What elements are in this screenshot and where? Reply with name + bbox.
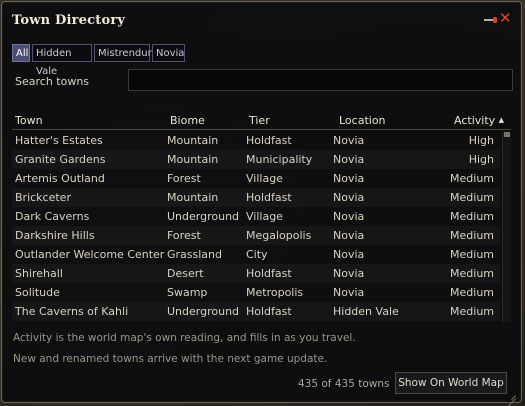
- cell-biome: Grassland: [167, 248, 222, 261]
- cell-biome: Underground: [167, 210, 240, 223]
- cell-location: Novia: [333, 153, 365, 166]
- update-note: New and renamed towns arrive with the ne…: [13, 353, 328, 365]
- cell-activity: Medium: [450, 172, 494, 185]
- cell-location: Novia: [333, 229, 365, 242]
- cell-activity: Medium: [450, 286, 494, 299]
- town-count: 435 of 435 towns: [298, 378, 390, 390]
- cell-tier: Village: [246, 210, 283, 223]
- cell-location: Novia: [333, 286, 365, 299]
- cell-tier: Holdfast: [246, 267, 292, 280]
- table-scrollbar[interactable]: [502, 132, 511, 322]
- town-directory-window: Town Directory ✕ All Hidden Vale Mistren…: [1, 1, 522, 406]
- cell-biome: Mountain: [167, 191, 219, 204]
- tab-novia[interactable]: Novia: [152, 44, 185, 62]
- window-title: Town Directory: [12, 13, 126, 28]
- show-on-world-map-button[interactable]: Show On World Map: [395, 372, 507, 394]
- cell-location: Novia: [333, 191, 365, 204]
- cell-town: Dark Caverns: [15, 210, 90, 223]
- cell-town: The Caverns of Kahli: [15, 305, 129, 318]
- table-row[interactable]: The Caverns of Kahli Underground Holdfast H…: [12, 302, 500, 321]
- close-icon[interactable]: ✕: [499, 9, 512, 27]
- column-header-activity-label: Activity: [454, 114, 496, 127]
- column-header-town[interactable]: Town: [15, 114, 43, 127]
- cell-town: Granite Gardens: [15, 153, 106, 166]
- cell-town: Hatter's Estates: [15, 134, 103, 147]
- table-row[interactable]: Granite Gardens Mountain Municipality Novia…: [12, 150, 500, 169]
- cell-tier: Village: [246, 172, 283, 185]
- tab-all[interactable]: All: [12, 44, 30, 62]
- cell-activity: Medium: [450, 305, 494, 318]
- cell-biome: Mountain: [167, 153, 219, 166]
- cell-tier: Holdfast: [246, 305, 292, 318]
- cell-town: Shirehall: [15, 267, 63, 280]
- cell-biome: Forest: [167, 172, 201, 185]
- cell-biome: Underground: [167, 305, 240, 318]
- column-header-activity[interactable]: Activity ▲: [454, 114, 504, 127]
- tab-hidden-vale[interactable]: Hidden Vale: [32, 44, 92, 77]
- table-row[interactable]: Brickceter Mountain Holdfast Novia Medium: [12, 188, 500, 207]
- search-label: Search towns: [15, 75, 90, 88]
- scrollbar-thumb[interactable]: [504, 132, 510, 137]
- cell-tier: Metropolis: [246, 286, 304, 299]
- table-row[interactable]: Outlander Welcome Center Grassland City Nov…: [12, 245, 500, 264]
- table-row[interactable]: Darkshire Hills Forest Megalopolis Novia Med…: [12, 226, 500, 245]
- cell-town: Outlander Welcome Center: [15, 248, 165, 261]
- activity-note: Activity is the world map's own reading,…: [13, 332, 356, 344]
- cell-activity: Medium: [450, 210, 494, 223]
- cell-tier: Holdfast: [246, 134, 292, 147]
- cell-activity: Medium: [450, 248, 494, 261]
- cell-activity: High: [468, 153, 494, 166]
- cell-tier: City: [246, 248, 268, 261]
- sort-ascending-icon: ▲: [498, 116, 505, 124]
- table-row[interactable]: Dark Caverns Underground Village Novia Mediu…: [12, 207, 500, 226]
- cell-biome: Forest: [167, 229, 201, 242]
- tab-mistrendur[interactable]: Mistrendur: [94, 44, 152, 62]
- resize-grip-icon[interactable]: [507, 390, 517, 406]
- cell-activity: Medium: [450, 267, 494, 280]
- cell-biome: Desert: [167, 267, 204, 280]
- column-header-biome[interactable]: Biome: [170, 114, 205, 127]
- cell-location: Novia: [333, 134, 365, 147]
- cell-location: Novia: [333, 248, 365, 261]
- column-header-tier[interactable]: Tier: [249, 114, 270, 127]
- table-row[interactable]: Solitude Swamp Metropolis Novia Medium: [12, 283, 500, 302]
- table-row[interactable]: Hatter's Estates Mountain Holdfast Novia Hig…: [12, 131, 500, 150]
- pin-icon[interactable]: [484, 17, 498, 23]
- cell-activity: Medium: [450, 229, 494, 242]
- cell-activity: High: [468, 134, 494, 147]
- cell-location: Novia: [333, 210, 365, 223]
- column-header-location[interactable]: Location: [339, 114, 386, 127]
- cell-location: Novia: [333, 267, 365, 280]
- cell-tier: Holdfast: [246, 191, 292, 204]
- cell-town: Darkshire Hills: [15, 229, 95, 242]
- cell-tier: Municipality: [246, 153, 313, 166]
- cell-location: Novia: [333, 172, 365, 185]
- cell-location: Hidden Vale: [333, 305, 399, 318]
- table-row[interactable]: Artemis Outland Forest Village Novia Medium: [12, 169, 500, 188]
- cell-town: Brickceter: [15, 191, 71, 204]
- cell-biome: Swamp: [167, 286, 208, 299]
- cell-tier: Megalopolis: [246, 229, 312, 242]
- cell-biome: Mountain: [167, 134, 219, 147]
- cell-town: Artemis Outland: [15, 172, 105, 185]
- header-divider: [12, 129, 511, 130]
- cell-activity: Medium: [450, 191, 494, 204]
- search-input[interactable]: [128, 69, 513, 91]
- cell-town: Solitude: [15, 286, 60, 299]
- town-table: Hatter's Estates Mountain Holdfast Novia Hig…: [12, 131, 500, 323]
- table-row[interactable]: Shirehall Desert Holdfast Novia Medium: [12, 264, 500, 283]
